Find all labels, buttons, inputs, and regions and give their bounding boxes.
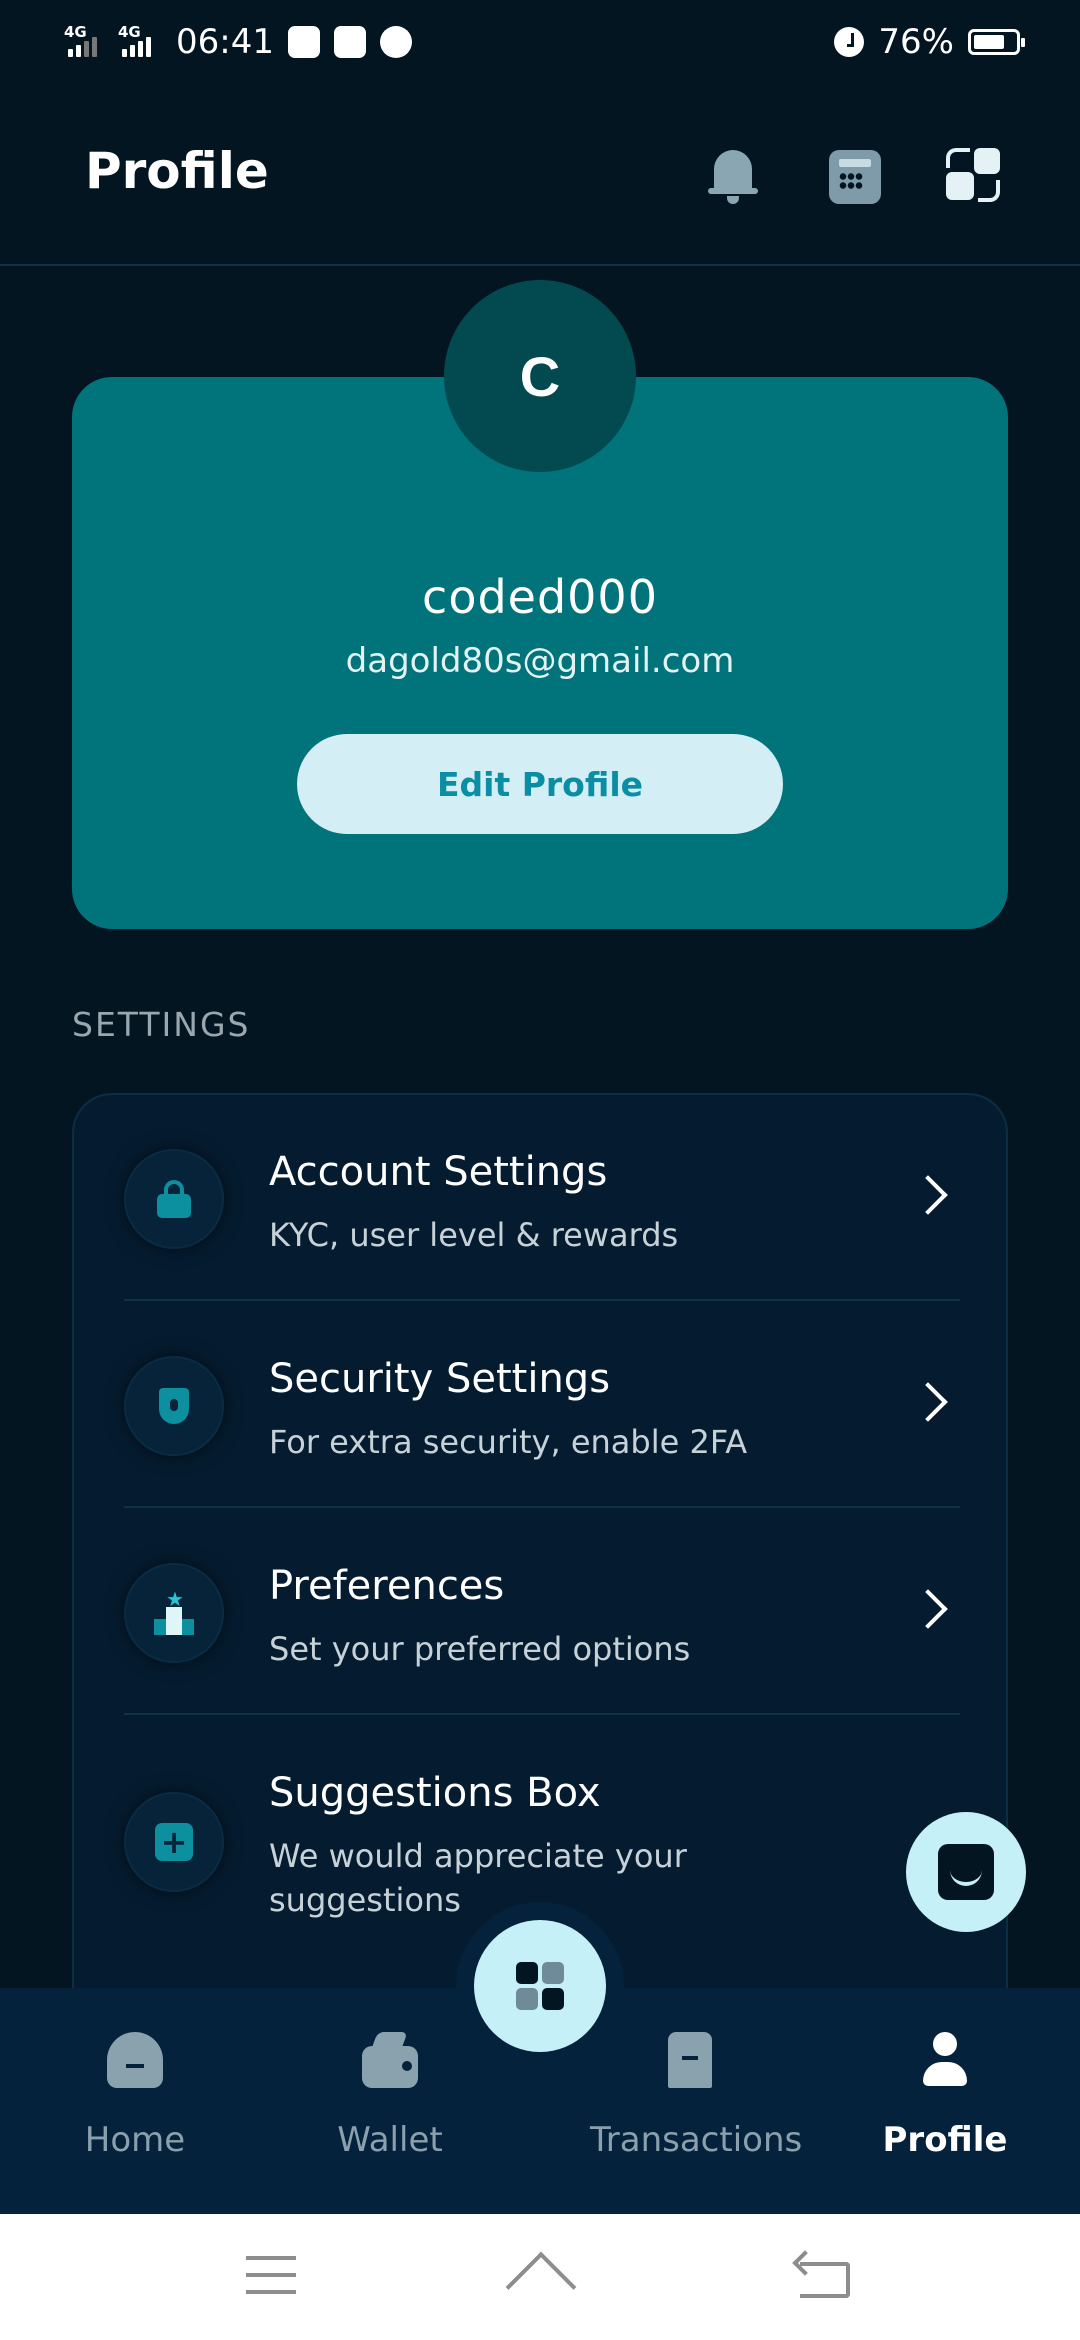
divider — [124, 1713, 960, 1715]
chevron-right-icon — [908, 1382, 948, 1422]
battery-percent: 76% — [878, 22, 954, 62]
grid-icon — [516, 1988, 538, 2010]
nav-label: Home — [84, 2120, 186, 2160]
grid-icon — [516, 1962, 538, 1984]
nav-item-transactions[interactable]: Transactions — [590, 2032, 803, 2160]
signal-icon: 4G — [118, 23, 158, 59]
grid-icon — [542, 1988, 564, 2010]
podium-icon: ★ — [124, 1563, 224, 1663]
nav-item-home[interactable]: Home — [35, 2032, 235, 2160]
avatar[interactable]: C — [444, 280, 636, 472]
contact-app-icon — [333, 26, 366, 58]
calculator-icon[interactable] — [824, 144, 886, 206]
nav-label: Profile — [882, 2120, 1008, 2160]
home-icon[interactable] — [506, 2254, 574, 2298]
system-nav-bar — [0, 2214, 1080, 2340]
settings-list: Account Settings KYC, user level & rewar… — [72, 1093, 1008, 2033]
status-left: 4G 4G 06:41 — [64, 22, 412, 62]
menu-icon[interactable] — [246, 2256, 296, 2294]
nav-item-wallet[interactable]: Wallet — [290, 2032, 490, 2160]
edit-profile-button[interactable]: Edit Profile — [297, 734, 783, 834]
nav-label: Wallet — [337, 2120, 443, 2160]
status-bar: 4G 4G 06:41 76% — [0, 0, 1080, 84]
shield-icon — [124, 1356, 224, 1456]
divider — [124, 1299, 960, 1301]
app-header: Profile — [0, 84, 1080, 266]
settings-item-title: Security Settings — [269, 1356, 611, 1402]
alarm-icon — [834, 27, 865, 57]
settings-item-subtitle: KYC, user level & rewards — [269, 1216, 679, 1254]
user-email: dagold80s@gmail.com — [345, 641, 735, 681]
speedometer-icon — [379, 26, 412, 58]
lock-icon — [124, 1149, 224, 1249]
clock: 06:41 — [176, 22, 274, 62]
receipt-icon — [668, 2032, 712, 2088]
center-menu-button[interactable] — [474, 1920, 606, 2052]
nav-item-profile[interactable]: Profile — [845, 2032, 1045, 2160]
username: coded000 — [422, 570, 658, 624]
bell-icon[interactable] — [702, 144, 764, 206]
grid-icon — [542, 1962, 564, 1984]
status-right: 76% — [834, 22, 1025, 62]
home-icon — [107, 2032, 163, 2088]
settings-item-preferences[interactable]: ★ Preferences Set your preferred options — [74, 1509, 1006, 1715]
settings-item-title: Account Settings — [269, 1149, 608, 1195]
plus-icon: + — [124, 1792, 224, 1892]
chat-support-button[interactable] — [906, 1812, 1026, 1932]
user-icon — [917, 2032, 973, 2088]
settings-item-title: Suggestions Box — [269, 1770, 601, 1816]
settings-item-subtitle: Set your preferred options — [269, 1630, 691, 1668]
battery-icon — [968, 29, 1025, 55]
wallet-icon — [362, 2032, 418, 2088]
chevron-right-icon — [908, 1175, 948, 1215]
settings-item-account[interactable]: Account Settings KYC, user level & rewar… — [74, 1095, 1006, 1301]
divider — [124, 1506, 960, 1508]
facebook-icon — [287, 26, 320, 58]
signal-icon: 4G — [64, 23, 104, 59]
settings-item-suggestions[interactable]: + Suggestions Box We would appreciate yo… — [74, 1716, 1006, 1922]
settings-item-security[interactable]: Security Settings For extra security, en… — [74, 1302, 1006, 1508]
settings-section-label: SETTINGS — [72, 1005, 251, 1044]
chat-icon — [938, 1844, 994, 1900]
nav-label: Transactions — [590, 2120, 803, 2160]
settings-item-title: Preferences — [269, 1563, 505, 1609]
convert-icon[interactable] — [942, 144, 1004, 206]
settings-item-subtitle: For extra security, enable 2FA — [269, 1423, 748, 1461]
chevron-right-icon — [908, 1589, 948, 1629]
page-title: Profile — [85, 142, 269, 200]
back-icon[interactable] — [800, 2262, 850, 2298]
